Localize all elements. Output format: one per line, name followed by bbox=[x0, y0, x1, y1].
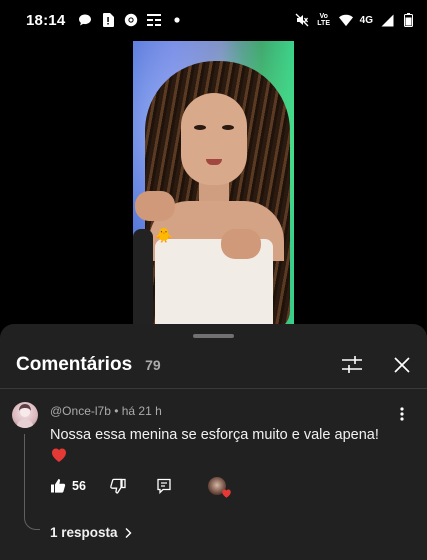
network-type: 4G bbox=[359, 14, 373, 26]
sim-alert-icon bbox=[101, 13, 115, 27]
mute-icon bbox=[295, 13, 309, 27]
reply-button[interactable] bbox=[156, 478, 172, 494]
video-subject-hand-left bbox=[135, 191, 175, 221]
comments-header: Comentários 79 bbox=[0, 346, 427, 384]
filter-icon[interactable] bbox=[341, 355, 363, 375]
sheet-drag-handle[interactable] bbox=[193, 334, 234, 338]
header-divider bbox=[0, 388, 427, 389]
status-time: 18:14 bbox=[26, 11, 66, 29]
video-sticker: 🐥 bbox=[155, 227, 173, 243]
like-button[interactable]: 56 bbox=[50, 478, 86, 494]
dot-icon bbox=[170, 13, 184, 27]
comments-count: 79 bbox=[145, 357, 161, 373]
close-icon[interactable] bbox=[393, 356, 411, 374]
comment-item: @Once-l7b • há 21 h Nossa essa menina se… bbox=[0, 390, 427, 560]
volte-line2: LTE bbox=[317, 20, 330, 27]
heart-emoji-icon bbox=[50, 446, 68, 464]
video-subject-face bbox=[181, 93, 247, 185]
comments-sheet: Comentários 79 @Once-l7b • há 21 h Nossa… bbox=[0, 324, 427, 560]
status-bar: 18:14 Vo LTE 4G bbox=[0, 0, 427, 40]
comments-title: Comentários bbox=[16, 354, 133, 375]
comment-text: Nossa essa menina se esforça muito e val… bbox=[50, 427, 379, 443]
comment-actions: 56 bbox=[50, 475, 231, 498]
replies-label: 1 resposta bbox=[50, 525, 118, 540]
creator-avatar bbox=[207, 477, 231, 498]
news-icon bbox=[147, 13, 162, 27]
like-count: 56 bbox=[72, 479, 86, 493]
reply-icon bbox=[157, 478, 171, 494]
dislike-button[interactable] bbox=[110, 478, 126, 494]
video-subject-mouth bbox=[206, 159, 222, 165]
like-icon bbox=[51, 479, 66, 493]
video-subject-hand-right bbox=[221, 229, 261, 259]
view-replies-button[interactable]: 1 resposta bbox=[50, 525, 132, 540]
battery-icon bbox=[401, 13, 415, 27]
dislike-icon bbox=[110, 478, 126, 494]
reply-thread-line bbox=[24, 434, 40, 530]
video-subject-eye-left bbox=[194, 125, 206, 130]
volte-indicator: Vo LTE bbox=[316, 13, 332, 27]
video-player[interactable]: 🐥 bbox=[133, 41, 294, 326]
signal-icon bbox=[380, 13, 394, 27]
wifi-icon bbox=[338, 13, 353, 27]
creator-heart-badge bbox=[207, 477, 231, 498]
video-microphone bbox=[133, 229, 153, 326]
more-options-icon[interactable] bbox=[396, 406, 408, 422]
chevron-right-icon bbox=[125, 527, 132, 538]
video-subject-eye-right bbox=[222, 125, 234, 130]
chrome-icon bbox=[124, 13, 138, 27]
volte-line1: Vo bbox=[319, 13, 328, 20]
comment-meta[interactable]: @Once-l7b • há 21 h bbox=[50, 404, 162, 418]
chat-icon bbox=[78, 13, 92, 27]
commenter-avatar[interactable] bbox=[12, 402, 38, 428]
creator-heart-icon bbox=[222, 489, 231, 498]
